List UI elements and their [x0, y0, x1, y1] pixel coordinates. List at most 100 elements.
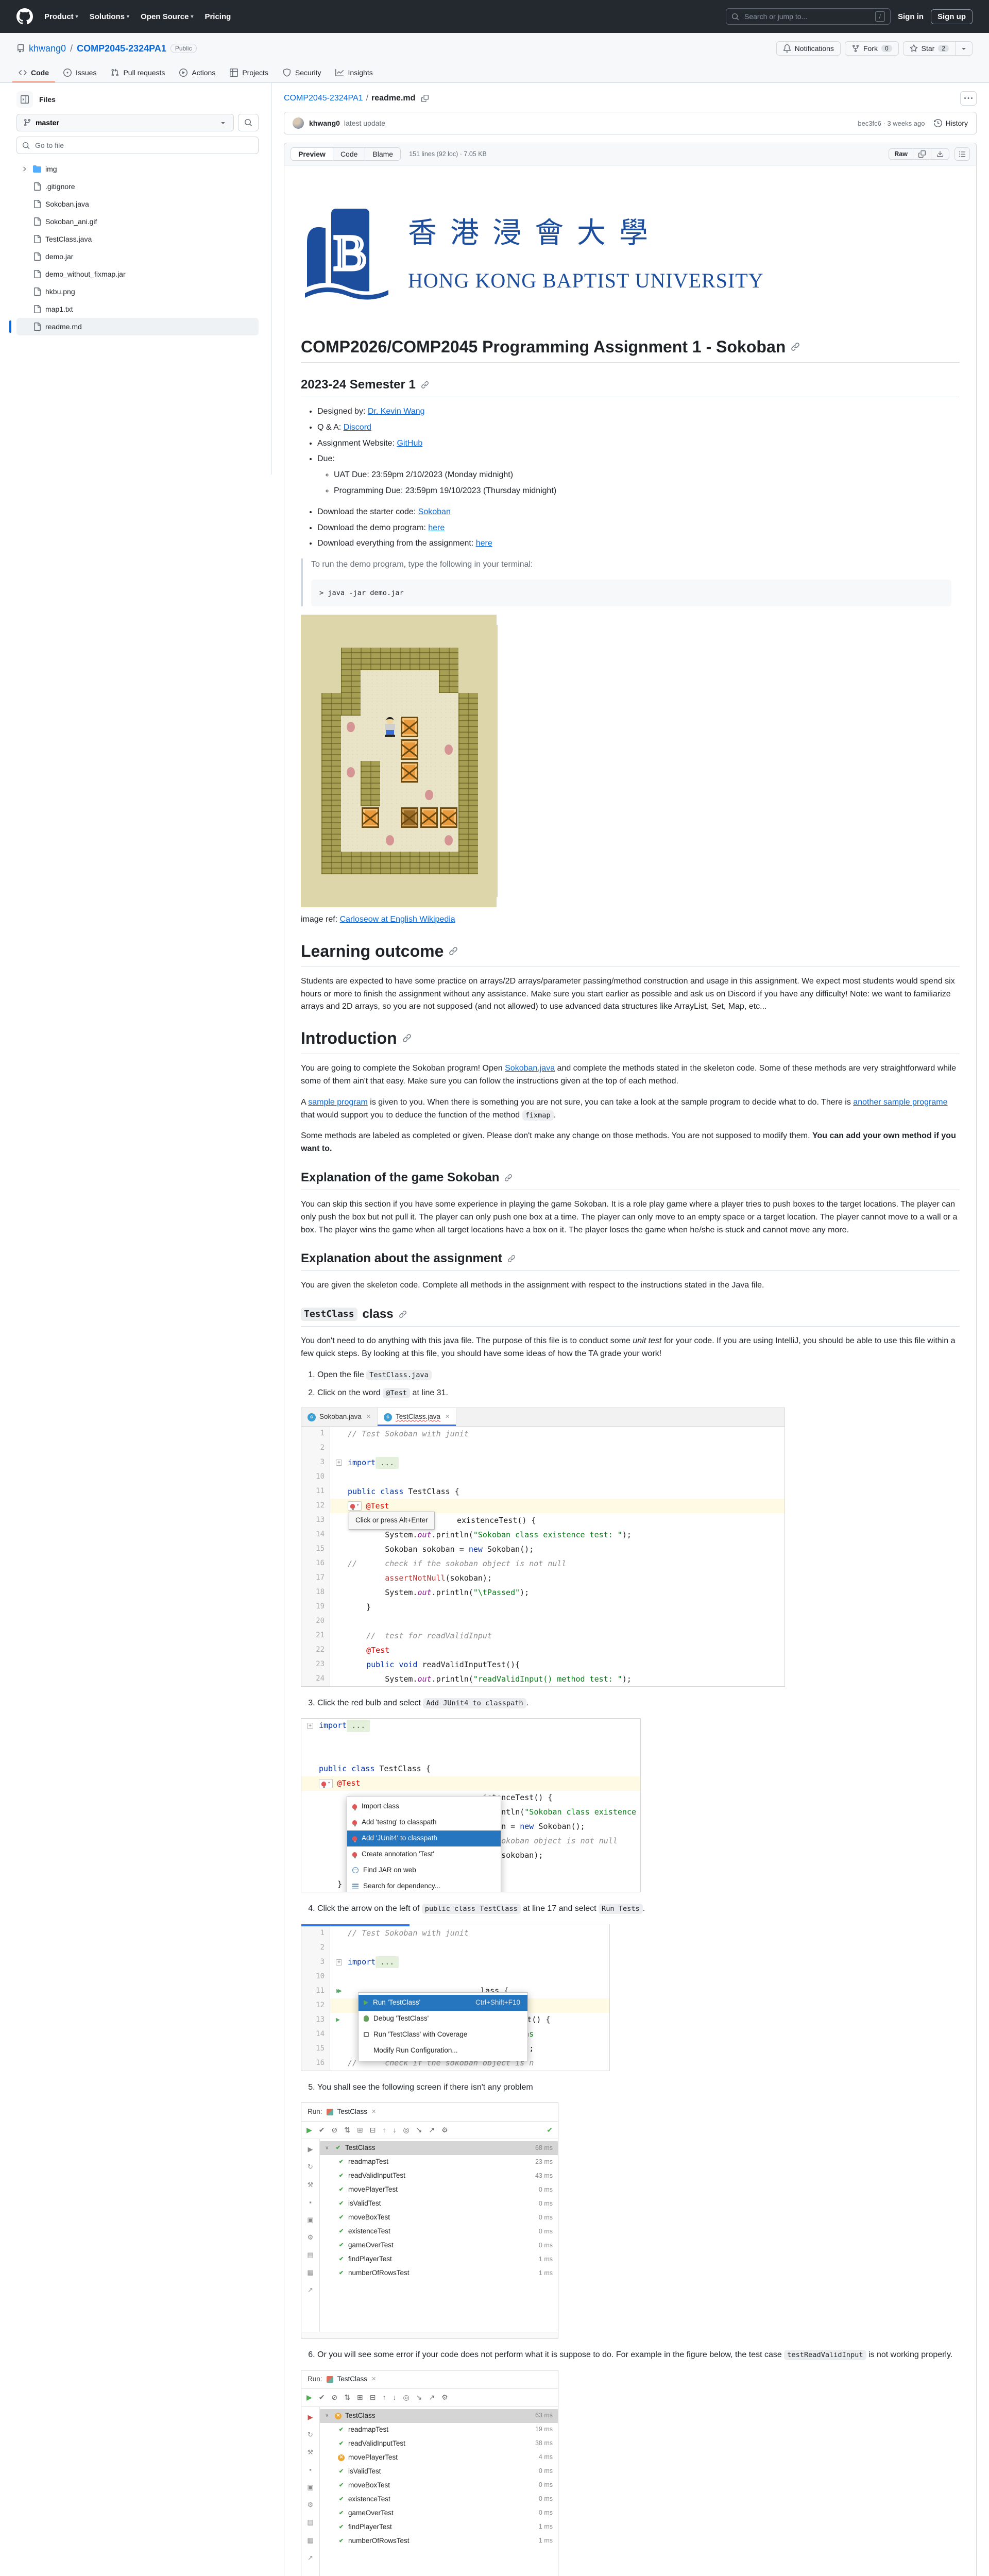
expand-all-icon[interactable]: ⊞ [357, 2392, 363, 2403]
collapse-all-icon[interactable]: ⊟ [370, 2392, 376, 2403]
link-anchor-icon[interactable] [421, 381, 429, 389]
global-search[interactable]: / [726, 8, 891, 25]
menu-item[interactable]: Search for dependency... [347, 1878, 501, 1892]
test-case-row[interactable]: ✔ moveBoxTest 0 ms [320, 2479, 558, 2493]
sign-in-link[interactable]: Sign in [898, 12, 924, 21]
show-passed-icon[interactable]: ✔ [319, 2125, 325, 2136]
next-icon[interactable]: ↓ [393, 2125, 396, 2136]
repo-name-link[interactable]: COMP2045-2324PA1 [77, 43, 166, 54]
nav-pricing[interactable]: Pricing [204, 12, 231, 21]
close-icon[interactable]: ✕ [371, 2108, 376, 2116]
fork-button[interactable]: Fork 0 [845, 41, 899, 56]
test-case-row[interactable]: ✔ isValidTest 0 ms [320, 2197, 558, 2211]
export-icon[interactable]: ↗ [429, 2125, 435, 2136]
copy-path-icon[interactable] [421, 95, 429, 102]
expand-all-icon[interactable]: ⊞ [357, 2125, 363, 2136]
inline-link[interactable]: here [428, 523, 445, 532]
test-case-row[interactable]: ✔ existenceTest 0 ms [320, 2225, 558, 2239]
link-anchor-icon[interactable] [791, 342, 800, 351]
file-tree-item[interactable]: readme.md [16, 318, 259, 335]
inline-link[interactable]: Carloseow at English Wikipedia [340, 915, 455, 924]
menu-item-coverage[interactable]: Run 'TestClass' with Coverage [359, 2027, 527, 2043]
github-logo-icon[interactable] [16, 8, 33, 25]
link-anchor-icon[interactable] [507, 1255, 516, 1263]
nav-solutions[interactable]: Solutions▾ [90, 12, 129, 21]
repo-owner-link[interactable]: khwang0 [29, 43, 66, 54]
avatar[interactable] [293, 117, 304, 129]
inline-link[interactable]: Discord [344, 423, 371, 432]
nav-open-source[interactable]: Open Source▾ [141, 12, 193, 21]
notifications-button[interactable]: Notifications [776, 41, 841, 56]
test-case-row[interactable]: ✔ findPlayerTest 1 ms [320, 2520, 558, 2534]
history-icon[interactable]: ◎ [403, 2392, 409, 2403]
menu-item-debug[interactable]: Debug 'TestClass' [359, 2011, 527, 2027]
link-anchor-icon[interactable] [402, 1033, 412, 1043]
file-tree-item[interactable]: map1.txt [16, 300, 259, 318]
rerun-icon[interactable]: ▶ [306, 2125, 312, 2136]
tab-code-view[interactable]: Code [333, 148, 365, 160]
sign-up-button[interactable]: Sign up [931, 9, 973, 24]
inline-link[interactable]: another sample programe [853, 1098, 947, 1107]
close-icon[interactable]: ✕ [371, 2375, 376, 2384]
file-tree-item[interactable]: hkbu.png [16, 283, 259, 300]
test-case-row[interactable]: ✔ readValidInputTest 43 ms [320, 2169, 558, 2183]
test-root-row[interactable]: ∨✔ TestClass 68 ms [320, 2141, 558, 2155]
collapse-sidebar-icon[interactable] [16, 91, 33, 108]
branch-selector[interactable]: master [16, 114, 234, 131]
tab-projects[interactable]: Projects [224, 64, 275, 82]
history-link[interactable]: History [934, 119, 968, 127]
link-anchor-icon[interactable] [399, 1310, 407, 1318]
inline-link[interactable]: Sokoban [418, 507, 451, 516]
tab-code[interactable]: Code [12, 64, 55, 82]
file-tree-item[interactable]: demo.jar [16, 248, 259, 265]
menu-item[interactable]: Add 'testng' to classpath [347, 1815, 501, 1831]
file-tree-item[interactable]: demo_without_fixmap.jar [16, 265, 259, 283]
file-tree-item[interactable]: .gitignore [16, 178, 259, 195]
test-case-row[interactable]: ✔ readmapTest 23 ms [320, 2155, 558, 2169]
tab-pull-requests[interactable]: Pull requests [105, 64, 171, 82]
export-icon[interactable]: ↗ [429, 2392, 435, 2403]
ignore-icon[interactable]: ⊘ [332, 2392, 338, 2403]
menu-item[interactable]: Find JAR on web [347, 1862, 501, 1878]
ignore-icon[interactable]: ⊘ [332, 2125, 338, 2136]
menu-item-add-junit4[interactable]: Add 'JUnit4' to classpath [347, 1831, 501, 1846]
test-case-row[interactable]: ✔ gameOverTest 0 ms [320, 2506, 558, 2520]
inline-link[interactable]: here [476, 539, 492, 548]
star-button[interactable]: Star 2 [903, 41, 956, 56]
test-case-row[interactable]: ✔ movePlayerTest 0 ms [320, 2183, 558, 2197]
go-to-file-box[interactable] [16, 137, 259, 154]
file-tree-item[interactable]: TestClass.java [16, 230, 259, 248]
tab-insights[interactable]: Insights [329, 64, 379, 82]
tab-issues[interactable]: Issues [57, 64, 103, 82]
link-anchor-icon[interactable] [449, 946, 458, 956]
breadcrumb-repo-link[interactable]: COMP2045-2324PA1 [284, 94, 363, 103]
sort-icon[interactable]: ⇅ [344, 2125, 350, 2136]
menu-item-modify-config[interactable]: Modify Run Configuration... [359, 2043, 527, 2059]
test-case-row[interactable]: ✕ movePlayerTest 4 ms [320, 2451, 558, 2465]
settings-icon[interactable]: ⚙ [441, 2392, 448, 2403]
link-anchor-icon[interactable] [504, 1174, 513, 1182]
raw-button[interactable]: Raw [889, 149, 913, 159]
download-icon[interactable] [931, 149, 949, 159]
test-case-row[interactable]: ✔ isValidTest 0 ms [320, 2465, 558, 2479]
tab-preview[interactable]: Preview [291, 148, 333, 160]
import-icon[interactable]: ↘ [416, 2392, 422, 2403]
sort-icon[interactable]: ⇅ [344, 2392, 350, 2403]
tab-blame[interactable]: Blame [365, 148, 400, 160]
collapse-all-icon[interactable]: ⊟ [370, 2125, 376, 2136]
file-tree-item[interactable]: Sokoban_ani.gif [16, 213, 259, 230]
inline-link[interactable]: Dr. Kevin Wang [368, 407, 425, 416]
search-this-repo-button[interactable] [238, 114, 259, 131]
file-tree-item[interactable]: Sokoban.java [16, 195, 259, 213]
test-case-row[interactable]: ✔ numberOfRowsTest 1 ms [320, 2266, 558, 2280]
more-options-button[interactable] [960, 91, 977, 106]
import-icon[interactable]: ↘ [416, 2125, 422, 2136]
test-root-row[interactable]: ∨✕ TestClass 63 ms [320, 2409, 558, 2423]
commit-author[interactable]: khwang0 [309, 119, 340, 127]
inline-link[interactable]: Sokoban.java [505, 1064, 555, 1073]
menu-item[interactable]: Create annotation 'Test' [347, 1846, 501, 1862]
test-case-row[interactable]: ✔ numberOfRowsTest 1 ms [320, 2534, 558, 2548]
tab-actions[interactable]: Actions [173, 64, 221, 82]
star-dropdown-button[interactable] [956, 41, 973, 56]
test-case-row[interactable]: ✔ findPlayerTest 1 ms [320, 2252, 558, 2266]
